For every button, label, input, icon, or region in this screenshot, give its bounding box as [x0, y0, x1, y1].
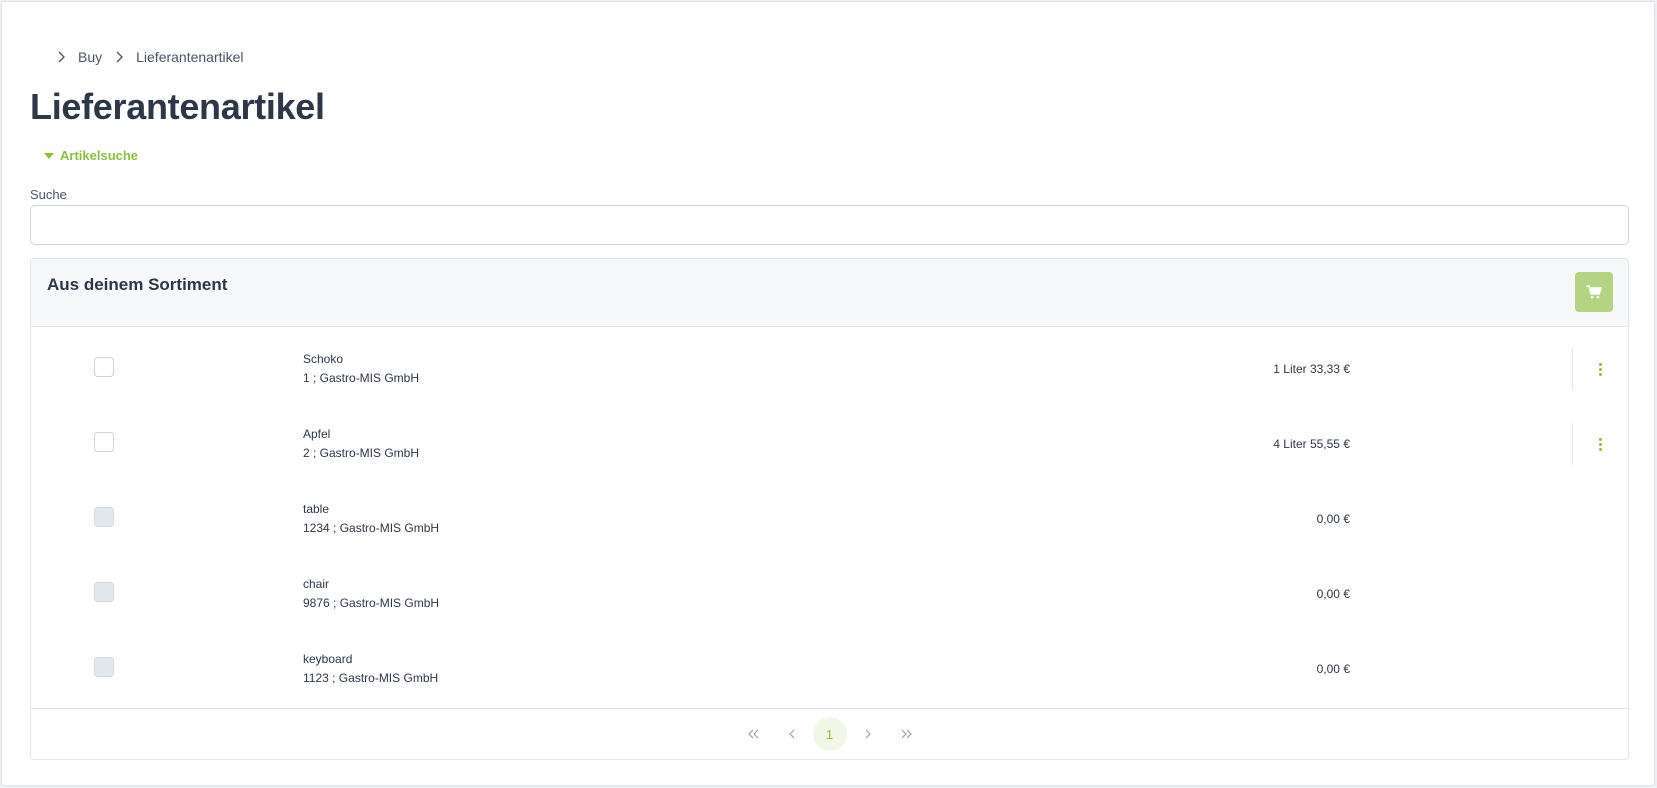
breadcrumb-item-current: Lieferantenartikel — [136, 49, 244, 65]
row-actions-button[interactable] — [1572, 348, 1628, 390]
double-chevron-right-icon — [901, 729, 912, 739]
assortment-panel: Aus deinem Sortiment Schoko 1 ; Gastro-M… — [30, 258, 1629, 760]
chevron-right-icon — [112, 49, 128, 65]
page-button-current[interactable]: 1 — [812, 717, 847, 751]
first-page-button[interactable] — [737, 717, 771, 751]
item-name: Schoko — [303, 352, 344, 366]
search-label: Suche — [30, 187, 67, 202]
item-checkbox — [94, 582, 114, 602]
item-checkbox[interactable] — [94, 357, 114, 377]
item-checkbox — [94, 507, 114, 527]
item-meta: 1123 ; Gastro-MIS GmbH — [303, 671, 439, 685]
item-price: 4 Liter 55,55 € — [1273, 437, 1350, 451]
list-item: Apfel 2 ; Gastro-MIS GmbH 4 Liter 55,55 … — [31, 409, 1628, 484]
chevron-right-icon — [865, 729, 871, 739]
item-list: Schoko 1 ; Gastro-MIS GmbH 1 Liter 33,33… — [31, 334, 1628, 709]
add-to-cart-button[interactable] — [1575, 272, 1613, 312]
search-input[interactable] — [30, 205, 1629, 245]
chevron-right-icon — [54, 49, 70, 65]
list-item: table 1234 ; Gastro-MIS GmbH 0,00 € — [31, 484, 1628, 559]
search-section-toggle[interactable]: Artikelsuche — [44, 148, 138, 163]
item-meta: 9876 ; Gastro-MIS GmbH — [303, 596, 440, 610]
item-meta: 2 ; Gastro-MIS GmbH — [303, 446, 420, 460]
cart-icon — [1586, 285, 1602, 299]
page-title: Lieferantenartikel — [30, 86, 325, 127]
search-section-toggle-label: Artikelsuche — [60, 148, 139, 163]
item-name: chair — [303, 577, 330, 591]
breadcrumb-item-buy[interactable]: Buy — [78, 49, 102, 65]
list-item: chair 9876 ; Gastro-MIS GmbH 0,00 € — [31, 559, 1628, 634]
next-page-button[interactable] — [851, 717, 885, 751]
prev-page-button[interactable] — [775, 717, 809, 751]
item-checkbox — [94, 657, 114, 677]
item-price: 0,00 € — [1316, 587, 1350, 601]
list-item: keyboard 1123 ; Gastro-MIS GmbH 0,00 € — [31, 634, 1628, 709]
pagination-bar: 1 — [31, 708, 1628, 759]
chevron-left-icon — [788, 729, 794, 739]
item-name: Apfel — [303, 427, 331, 441]
app-frame: Buy Lieferantenartikel Lieferantenartike… — [1, 1, 1655, 786]
panel-title: Aus deinem Sortiment — [47, 275, 228, 294]
panel-header: Aus deinem Sortiment — [31, 259, 1628, 327]
item-price: 0,00 € — [1316, 662, 1350, 676]
item-name: keyboard — [303, 652, 353, 666]
more-vertical-icon — [1599, 437, 1602, 452]
breadcrumb: Buy Lieferantenartikel — [54, 49, 254, 65]
item-price: 1 Liter 33,33 € — [1273, 362, 1350, 376]
last-page-button[interactable] — [889, 717, 923, 751]
item-meta: 1234 ; Gastro-MIS GmbH — [303, 521, 440, 535]
list-item: Schoko 1 ; Gastro-MIS GmbH 1 Liter 33,33… — [31, 334, 1628, 409]
item-meta: 1 ; Gastro-MIS GmbH — [303, 371, 420, 385]
item-name: table — [303, 502, 330, 516]
row-actions-button[interactable] — [1572, 423, 1628, 465]
item-checkbox[interactable] — [94, 432, 114, 452]
more-vertical-icon — [1599, 362, 1602, 377]
item-price: 0,00 € — [1316, 512, 1350, 526]
caret-down-icon — [44, 152, 54, 159]
double-chevron-left-icon — [747, 729, 758, 739]
pagination: 1 — [735, 717, 925, 751]
